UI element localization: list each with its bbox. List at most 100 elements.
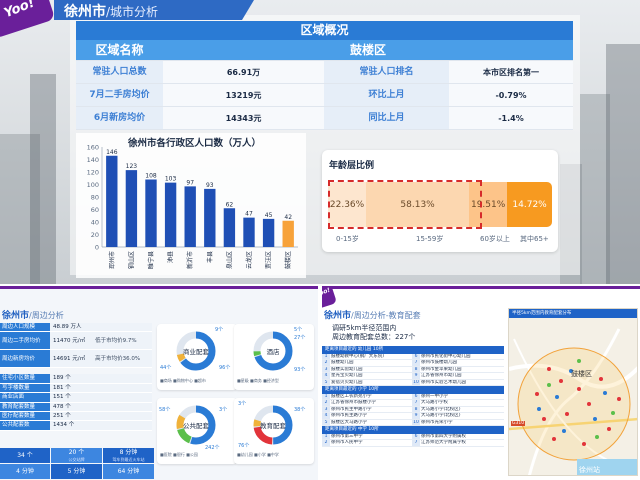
school-list: 距离项目最近的 幼儿园 10所 1 鼓楼幼教中心(钢厂大东院) 6 徐州市民化街中心幼儿… bbox=[322, 346, 504, 447]
y-tick-label: 160 bbox=[87, 144, 99, 152]
age-segment-0-15: 22.36% bbox=[328, 182, 367, 227]
bar-value-label: 47 bbox=[245, 211, 253, 218]
stat-value: 1434 个 bbox=[50, 421, 152, 431]
x-tick-label: 睢宁县 bbox=[147, 251, 155, 269]
y-tick-label: 80 bbox=[91, 194, 99, 202]
bar bbox=[223, 208, 236, 247]
donut-num: 242个 bbox=[205, 445, 220, 451]
x-tick-label: 鼓楼区 bbox=[284, 251, 292, 269]
chart-title: 徐州市各行政区人口数（万人） bbox=[128, 138, 262, 149]
overview-header-value: 鼓楼区 bbox=[163, 40, 573, 61]
bar-value-label: 103 bbox=[165, 176, 177, 183]
x-tick-label: 沛县 bbox=[167, 251, 175, 263]
population-bar-chart-svg: 0 20 40 60 80 100 120 140 160 146 邳州市 123 铜山区 108 睢宁县 1… bbox=[87, 144, 298, 269]
bar bbox=[125, 170, 138, 247]
bar bbox=[164, 182, 177, 247]
traffic-tile: 4 分钟 bbox=[0, 464, 50, 479]
y-tick-label: 40 bbox=[91, 219, 99, 227]
bar bbox=[282, 220, 294, 247]
stat-key: 住宅小区数量 bbox=[0, 374, 50, 384]
bar-value-label: 108 bbox=[145, 173, 157, 180]
donut-legend: ■幼儿园 ■小学 ■中学 bbox=[237, 452, 279, 457]
traffic-tile: 8 分钟 驾车到最近火车站 bbox=[103, 448, 154, 463]
tile-caption: 公交站牌 bbox=[68, 456, 85, 462]
x-tick-label: 邳州市 bbox=[108, 251, 116, 269]
overview-value: 66.91万 bbox=[163, 61, 324, 84]
stat-key: 周边二手房均价 bbox=[0, 332, 50, 351]
page-title-city: 徐州市 bbox=[64, 4, 106, 20]
donut-num: 38个 bbox=[294, 407, 306, 413]
overview-value: -1.4% bbox=[449, 107, 573, 130]
tile-number: 4 分钟 bbox=[16, 468, 34, 475]
stat-key: 周边新房均价 bbox=[0, 350, 50, 369]
donut-label: 酒店 bbox=[266, 348, 280, 356]
overview-value: 本市区排名第一 bbox=[449, 61, 573, 84]
overview-label: 同比上月 bbox=[324, 107, 449, 130]
donut-legend: ■医院 ■银行 ■公园 bbox=[160, 452, 198, 457]
stat-note: 高于市均价36.0% bbox=[95, 356, 141, 363]
age-label-15-59: 15-59岁 bbox=[416, 235, 444, 243]
stat-key: 周边人口规模 bbox=[0, 323, 50, 333]
stat-value: 14691 元/㎡ 高于市均价36.0% bbox=[50, 350, 152, 369]
donut-num: 27个 bbox=[294, 335, 306, 341]
stat-value: 11470 元/㎡ 低于市均价9.7% bbox=[50, 332, 152, 351]
age-segment-15-59: 58.13% bbox=[366, 182, 470, 227]
school-section-header: 距离项目最近的 中学 10所 bbox=[322, 425, 504, 434]
tile-caption: 驾车到最近火车站 bbox=[112, 456, 145, 462]
bar-value-label: 45 bbox=[265, 212, 273, 219]
donut-label: 教育配套 bbox=[260, 422, 286, 430]
donut-label: 商业配套 bbox=[183, 348, 209, 356]
tile-number: 64 分钟 bbox=[117, 468, 140, 475]
donut-num: 3个 bbox=[238, 401, 247, 407]
school-section-header: 距离项目最近的 幼儿园 10所 bbox=[322, 346, 504, 354]
region-overview-table: 区域概况 区域名称 鼓楼区 常驻人口总数 66.91万 常驻人口排名 本市区排名… bbox=[76, 21, 573, 130]
bar-value-label: 146 bbox=[106, 149, 118, 156]
school-rank: 5 bbox=[322, 379, 330, 386]
age-label-0-15: 0-15岁 bbox=[336, 235, 359, 243]
age-label-65-plus: 其中65+ bbox=[520, 235, 549, 243]
stat-value-text: 14691 元/㎡ bbox=[53, 356, 86, 363]
survey-line: 调研5km半径范围内 bbox=[332, 324, 397, 332]
overview-title: 区域概况 bbox=[76, 21, 573, 40]
stat-value-text: 11470 元/㎡ bbox=[53, 338, 86, 345]
y-tick-label: 140 bbox=[87, 156, 99, 164]
school-name: 鼓楼区大马路小学 bbox=[330, 420, 412, 426]
stat-key: 写字楼数量 bbox=[0, 383, 50, 394]
school-section: 1 鼓楼幼教中心(钢厂大东院) 6 徐州市民化街中心幼儿园 2 鼓楼幼儿园 7 徐州市鼓楼幼儿… bbox=[322, 354, 504, 386]
slide-accent-bar bbox=[322, 286, 640, 289]
stat-key: 公共配套数 bbox=[0, 421, 50, 431]
bar-value-label: 42 bbox=[284, 214, 292, 221]
surrounding-analysis-slide: 徐州市/周边分析 周边人口规模 48.89 万人 周边二手房均价 11470 元/㎡… bbox=[0, 286, 318, 480]
bar-value-label: 93 bbox=[206, 182, 214, 189]
bar bbox=[243, 217, 255, 247]
school-section: 1 徐州市第三中学 6 徐州市第四大学附属校 2 徐州市人民中学 7 江苏师范大学附属学校 bbox=[322, 433, 504, 447]
donut-legend: ■商场 ■购物中心 ■超市 bbox=[160, 378, 206, 383]
donut-card-hotel: 酒店 5个 27个 93个 ■星级 ■商务 ■经济型 bbox=[234, 324, 314, 390]
population-bar-chart: 徐州市各行政区人口数（万人） 0 20 40 60 80 100 120 140 160 146 邳… bbox=[76, 133, 306, 278]
bar-value-label: 97 bbox=[186, 179, 194, 186]
stat-value: 181 个 bbox=[50, 383, 152, 394]
stat-key: 教育配套数量 bbox=[0, 402, 50, 412]
traffic-tiles: 34 个 20 个公交站牌 8 分钟 驾车到最近火车站 4 分钟 5 分钟 64 … bbox=[0, 448, 154, 479]
page-title: 徐州市/周边分析-教育配套 bbox=[324, 308, 421, 321]
donut-num: 9个 bbox=[215, 327, 224, 333]
school-rank: 5 bbox=[322, 419, 330, 426]
overview-label: 6月新房均价 bbox=[76, 107, 163, 130]
map-svg bbox=[509, 318, 637, 475]
page-title-city: 徐州市 bbox=[324, 311, 352, 321]
x-tick-label: 云龙区 bbox=[245, 251, 253, 269]
donut-num: 3个 bbox=[219, 407, 228, 413]
page-title-city: 徐州市 bbox=[2, 311, 30, 321]
school-name: 徐州市人民中学 bbox=[330, 440, 412, 447]
school-section: 1 鼓楼区工农新苑小学 6 徐州一中小学 2 江苏省徐州市鼓楼小学 7 大马路小学校 3 徐州市民… bbox=[322, 393, 504, 426]
school-name: 徐州市实验艺术幼儿园 bbox=[420, 380, 504, 386]
school-rank: 2 bbox=[322, 440, 330, 447]
overview-header-label: 区域名称 bbox=[76, 40, 163, 61]
age-label-60-plus: 60岁以上 bbox=[480, 235, 510, 243]
donut-legend: ■星级 ■商务 ■经济型 bbox=[237, 378, 279, 383]
donut-num: 76个 bbox=[238, 443, 250, 449]
page-title: 徐州市/周边分析 bbox=[2, 308, 64, 321]
stat-value: 189 个 bbox=[50, 374, 152, 384]
overview-label: 环比上月 bbox=[324, 84, 449, 107]
donut-num: 44个 bbox=[160, 365, 172, 371]
